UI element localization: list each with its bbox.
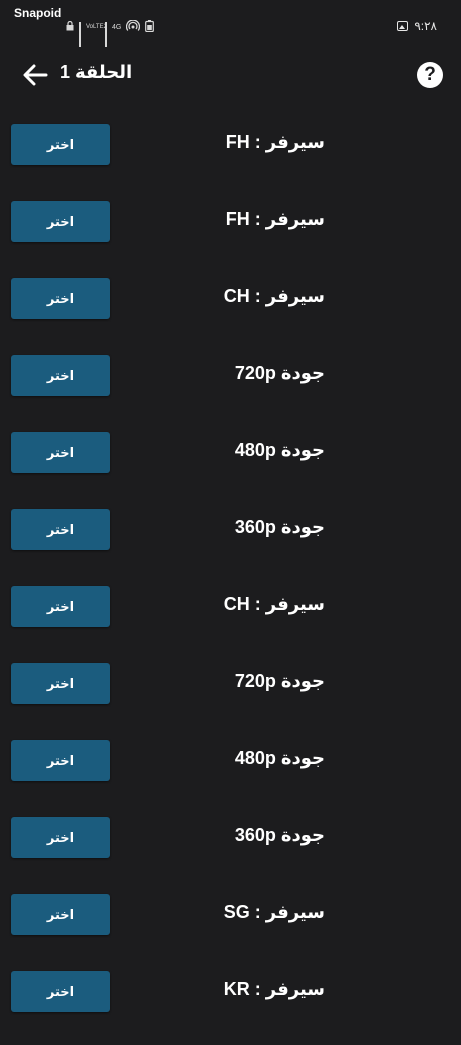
hotspot-icon	[126, 19, 141, 34]
list-item: اختر SG سيرفر :	[0, 891, 461, 968]
item-label: 360p جودة	[235, 825, 325, 846]
select-button[interactable]: اختر	[11, 663, 110, 704]
item-label: FH سيرفر :	[226, 209, 325, 230]
item-value: 720p	[234, 671, 276, 691]
item-label: 720p جودة	[235, 363, 325, 384]
list-item: اختر 720p جودة	[0, 352, 461, 429]
item-label: 480p جودة	[235, 748, 325, 769]
select-button[interactable]: اختر	[11, 509, 110, 550]
item-label: FH سيرفر :	[226, 132, 325, 153]
item-label: 720p جودة	[235, 671, 325, 692]
signal-icon	[79, 22, 81, 47]
snapoid-label: Snapoid	[14, 6, 62, 20]
select-button[interactable]: اختر	[11, 740, 110, 781]
item-value: SG	[223, 902, 250, 922]
network-type-label: 4G	[112, 23, 122, 31]
list-item: اختر 480p جودة	[0, 737, 461, 814]
gallery-icon	[397, 21, 409, 31]
item-value: 480p	[234, 440, 276, 460]
item-label: CH سيرفر :	[224, 594, 325, 615]
item-label: 480p جودة	[235, 440, 325, 461]
item-label: 360p جودة	[235, 517, 325, 538]
item-prefix: جودة	[280, 748, 325, 768]
list-item: اختر FH سيرفر :	[0, 121, 461, 198]
item-value: FH	[225, 132, 250, 152]
select-button[interactable]: اختر	[11, 355, 110, 396]
item-prefix: جودة	[280, 825, 325, 845]
item-value: 360p	[234, 825, 276, 845]
lock-icon	[66, 20, 74, 33]
select-button[interactable]: اختر	[11, 201, 110, 242]
select-button[interactable]: اختر	[11, 586, 110, 627]
item-prefix: سيرفر :	[254, 209, 325, 229]
item-prefix: جودة	[280, 440, 325, 460]
select-button[interactable]: اختر	[11, 817, 110, 858]
item-value: 720p	[234, 363, 276, 383]
signal-icon-2	[105, 22, 107, 47]
clock-time: ٩:٢٨	[414, 19, 437, 33]
status-right: ٩:٢٨	[397, 19, 437, 33]
item-value: FH	[225, 209, 250, 229]
select-button[interactable]: اختر	[11, 432, 110, 473]
item-prefix: جودة	[280, 363, 325, 383]
battery-icon	[145, 20, 155, 34]
app-bar: الحلقة 1 ?	[0, 50, 461, 100]
list-item: اختر 360p جودة	[0, 506, 461, 583]
select-button[interactable]: اختر	[11, 894, 110, 935]
item-value: CH	[223, 286, 250, 306]
item-label: SG سيرفر :	[224, 902, 325, 923]
item-label: CH سيرفر :	[224, 286, 325, 307]
help-button[interactable]: ?	[417, 62, 443, 88]
list-item: اختر FH سيرفر :	[0, 198, 461, 275]
item-value: KR	[223, 979, 250, 999]
arrow-back-icon	[23, 64, 48, 86]
item-value: 360p	[234, 517, 276, 537]
list-item: اختر CH سيرفر :	[0, 275, 461, 352]
volte-label: VoLTE2	[86, 24, 107, 30]
server-list: اختر FH سيرفر : اختر FH سيرفر : اختر CH سيرفر…	[0, 121, 461, 1045]
list-item: اختر 360p جودة	[0, 814, 461, 891]
status-icons: VoLTE2 4G	[66, 19, 155, 47]
item-prefix: سيرفر :	[254, 979, 325, 999]
item-prefix: جودة	[280, 671, 325, 691]
list-item: اختر KR سيرفر :	[0, 968, 461, 1045]
help-circle-icon: ?	[424, 64, 436, 85]
select-button[interactable]: اختر	[11, 124, 110, 165]
status-bar: Snapoid VoLTE2 4G ٩:٢٨	[0, 0, 461, 47]
page-title: الحلقة 1	[60, 62, 133, 82]
item-prefix: جودة	[280, 517, 325, 537]
back-button[interactable]	[20, 60, 50, 90]
item-label: KR سيرفر :	[224, 979, 325, 1000]
item-prefix: سيرفر :	[254, 132, 325, 152]
item-value: CH	[223, 594, 250, 614]
list-item: اختر CH سيرفر :	[0, 583, 461, 660]
item-prefix: سيرفر :	[254, 594, 325, 614]
select-button[interactable]: اختر	[11, 278, 110, 319]
list-item: اختر 480p جودة	[0, 429, 461, 506]
list-item: اختر 720p جودة	[0, 660, 461, 737]
item-prefix: سيرفر :	[254, 902, 325, 922]
item-value: 480p	[234, 748, 276, 768]
item-prefix: سيرفر :	[254, 286, 325, 306]
select-button[interactable]: اختر	[11, 971, 110, 1012]
